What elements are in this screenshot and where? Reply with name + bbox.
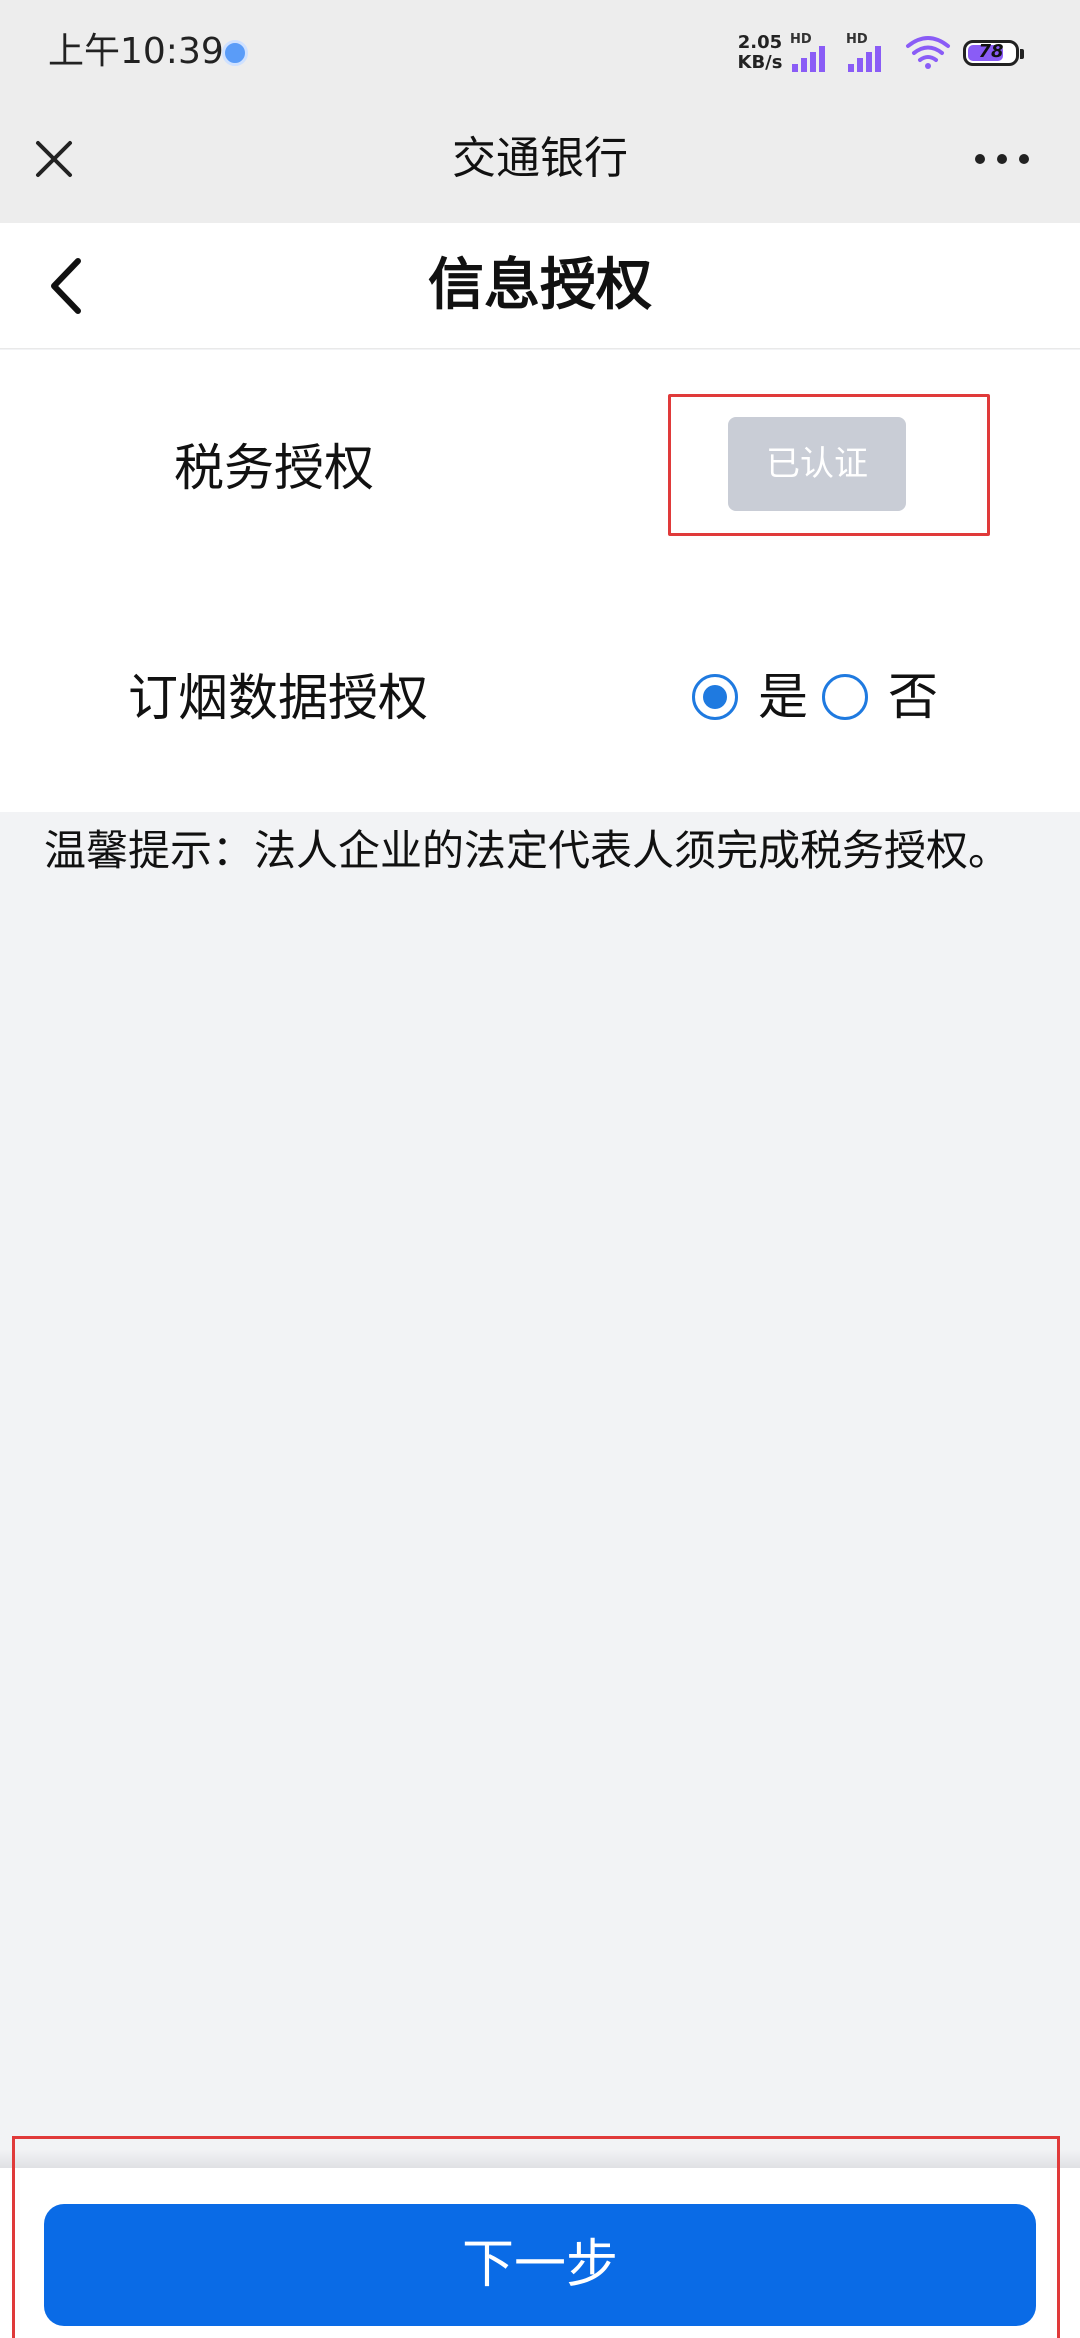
more-options-icon[interactable] — [972, 135, 1032, 183]
tobacco-data-authorization-label: 订烟数据授权 — [128, 669, 428, 727]
radio-yes-label[interactable]: 是 — [758, 662, 808, 732]
wifi-icon — [906, 36, 950, 69]
status-time: 上午10:39 — [48, 31, 224, 72]
page-header: 信息授权 — [0, 223, 1080, 349]
network-speed: 2.05 KB/s — [734, 33, 786, 73]
warm-tip: 温馨提示：法人企业的法定代表人须完成税务授权。 — [44, 826, 1011, 875]
tax-verified-button[interactable]: 已认证 — [728, 417, 906, 511]
page-title: 信息授权 — [428, 253, 652, 318]
authorization-form: 税务授权 已认证 订烟数据授权 是 否 — [0, 350, 1080, 812]
highlight-box-next — [12, 2136, 1060, 2338]
network-speed-unit: KB/s — [737, 52, 783, 73]
tax-authorization-label: 税务授权 — [174, 439, 374, 497]
radio-no-label[interactable]: 否 — [888, 662, 938, 732]
status-bar: 上午10:39 2.05 KB/s HD HD 78 — [0, 0, 1080, 105]
radio-no[interactable] — [822, 674, 868, 720]
app-bar: 交通银行 — [0, 105, 1080, 223]
battery-tip — [1020, 49, 1024, 59]
battery-level: 78 — [978, 41, 1004, 62]
app-title: 交通银行 — [452, 133, 628, 184]
page: 上午10:39 2.05 KB/s HD HD 78 交通银行 信息授权 税务授… — [0, 0, 1080, 2338]
battery-icon: 78 — [963, 40, 1024, 66]
notification-app-icon — [222, 40, 248, 66]
radio-yes[interactable] — [692, 674, 738, 720]
network-speed-value: 2.05 — [737, 32, 783, 53]
